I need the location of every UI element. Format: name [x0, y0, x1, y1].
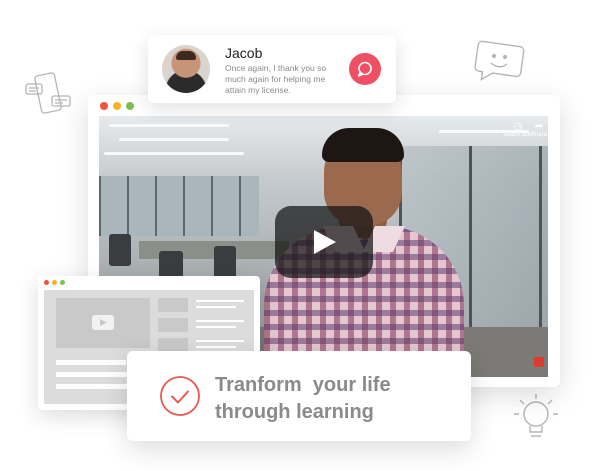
office-windows: [99, 176, 259, 236]
window-close-dot[interactable]: [100, 102, 108, 110]
cta-card: Tranform your life through learning: [127, 351, 471, 441]
wireframe-video-block: [56, 298, 150, 348]
ceiling-light: [109, 124, 229, 127]
wireframe-text-line: [196, 306, 236, 308]
play-icon: [314, 230, 336, 254]
wireframe-text-line: [196, 300, 244, 302]
clock-icon: ◷: [513, 121, 523, 132]
window-minimize-dot[interactable]: [113, 102, 121, 110]
testimonial-card: Jacob Once again, I thank you so much ag…: [148, 35, 396, 103]
cta-line-1: Tranform your life: [215, 374, 391, 396]
window-controls: [100, 102, 134, 110]
avatar-hair: [176, 51, 196, 60]
youtube-logo-icon[interactable]: [534, 357, 544, 367]
wireframe-text-line: [56, 360, 126, 365]
mini-maximize-dot: [60, 280, 65, 285]
promo-illustration: ◷ Watch later ➦ Share Jacob Once again, …: [0, 0, 602, 471]
chat-button[interactable]: [349, 53, 381, 85]
presenter-hair: [322, 128, 404, 162]
office-chair: [109, 234, 131, 266]
video-thumbnail-play-icon: [92, 315, 114, 330]
share-button[interactable]: ➦ Share: [531, 121, 548, 139]
cta-line-2: through learning: [215, 401, 374, 423]
mini-window-controls: [44, 280, 65, 285]
chat-bubble-icon: [357, 61, 372, 77]
lightbulb-doodle-icon: [514, 394, 558, 437]
testimonial-quote: Once again, I thank you so much again fo…: [225, 63, 327, 95]
mini-minimize-dot: [52, 280, 57, 285]
watch-later-label: Watch later: [503, 132, 534, 138]
mini-close-dot: [44, 280, 49, 285]
wireframe-thumb: [158, 298, 188, 312]
share-arrow-icon: ➦: [534, 121, 544, 132]
smiley-bubble-doodle-icon: [474, 40, 525, 81]
wireframe-text-line: [196, 340, 244, 342]
window-maximize-dot[interactable]: [126, 102, 134, 110]
office-chair: [214, 246, 236, 280]
testimonial-name: Jacob: [225, 45, 263, 61]
wireframe-text-line: [196, 320, 244, 322]
wireframe-text-line: [196, 346, 236, 348]
checkmark-circle-icon: [160, 376, 200, 416]
chat-devices-doodle-icon: [25, 72, 71, 114]
wireframe-text-line: [196, 326, 236, 328]
ceiling-light: [119, 138, 229, 141]
cta-headline: Tranform your life through learning: [215, 372, 455, 426]
share-label: Share: [531, 132, 548, 138]
play-button[interactable]: [275, 206, 373, 278]
avatar: [162, 45, 210, 93]
glass-frame: [539, 146, 542, 336]
watch-later-button[interactable]: ◷ Watch later: [503, 121, 534, 139]
wireframe-thumb: [158, 318, 188, 332]
ceiling-light: [104, 152, 244, 155]
wireframe-thumb: [158, 338, 188, 352]
